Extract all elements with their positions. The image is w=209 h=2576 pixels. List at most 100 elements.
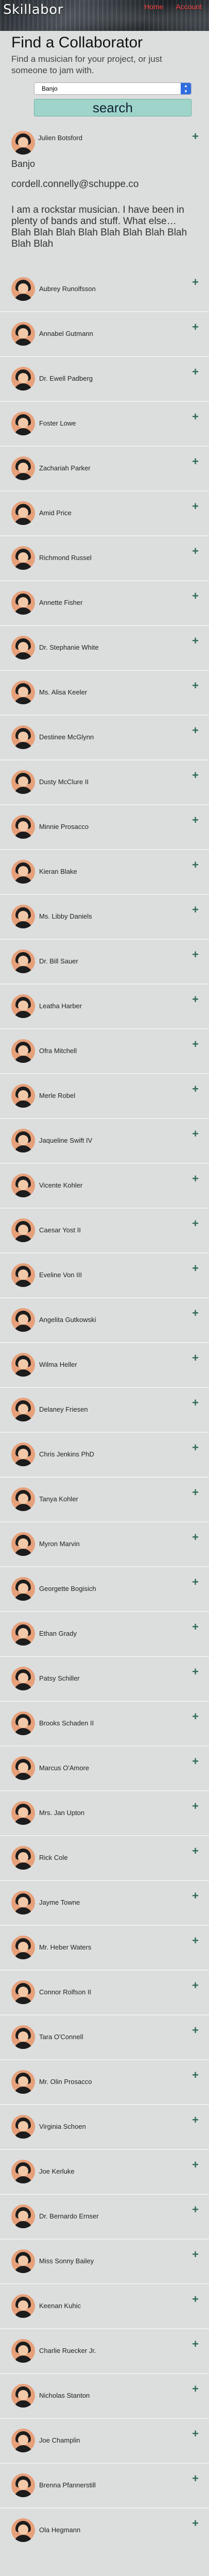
plus-icon[interactable]: + [192,904,199,916]
list-item[interactable]: Destinee McGlynn + [0,715,209,759]
plus-icon[interactable]: + [192,725,199,736]
plus-icon[interactable]: + [192,2428,199,2439]
plus-icon[interactable]: + [192,277,199,288]
plus-icon[interactable]: + [192,1621,199,1633]
list-item[interactable]: Patsy Schiller + [0,1656,209,1701]
plus-icon[interactable]: + [192,501,199,512]
list-item[interactable]: Dr. Ewell Padberg + [0,356,209,401]
list-item[interactable]: Annabel Gutmann + [0,311,209,356]
plus-icon[interactable]: + [192,2070,199,2081]
list-item[interactable]: Nicholas Stanton + [0,2373,209,2418]
plus-icon[interactable]: + [192,1128,199,1140]
plus-icon[interactable]: + [192,2249,199,2260]
list-item[interactable]: Merle Robel + [0,1073,209,1118]
list-item[interactable]: Keenan Kuhic + [0,2283,209,2328]
plus-icon[interactable]: + [192,1397,199,1409]
list-item[interactable]: Aubrey Runolfsson + [0,266,209,311]
plus-icon[interactable]: + [192,1487,199,1498]
plus-icon[interactable]: + [192,1711,199,1722]
list-item[interactable]: Delaney Friesen + [0,1387,209,1432]
list-item[interactable]: Jaqueline Swift IV + [0,1118,209,1163]
list-item[interactable]: Ola Hegmann + [0,2507,209,2552]
list-item[interactable]: Amid Price + [0,490,209,535]
plus-icon[interactable]: + [192,2025,199,2036]
list-item[interactable]: Eveline Von III + [0,1252,209,1297]
plus-icon[interactable]: + [192,411,199,422]
plus-icon[interactable]: + [192,635,199,647]
plus-icon[interactable]: + [192,770,199,781]
plus-icon[interactable]: + [192,1890,199,1902]
nav-link-account[interactable]: Account [176,3,202,11]
plus-icon[interactable]: + [192,456,199,467]
plus-icon[interactable]: + [192,1666,199,1677]
plus-icon[interactable]: + [192,680,199,691]
list-item[interactable]: Dr. Stephanie White + [0,625,209,670]
list-item[interactable]: Charlie Ruecker Jr. + [0,2328,209,2373]
plus-icon[interactable]: + [192,321,199,333]
list-item[interactable]: Dusty McClure II + [0,759,209,804]
plus-icon[interactable]: + [192,994,199,1005]
list-item[interactable]: Joe Champlin + [0,2418,209,2463]
plus-icon[interactable]: + [192,366,199,378]
plus-icon[interactable]: + [192,859,199,871]
plus-icon[interactable]: + [192,546,199,557]
list-item[interactable]: Mr. Heber Waters + [0,1925,209,1970]
plus-icon[interactable]: + [192,2294,199,2305]
nav-link-home[interactable]: Home [144,3,163,11]
list-item[interactable]: Foster Lowe + [0,401,209,446]
list-item[interactable]: Joe Kerluke + [0,2149,209,2194]
plus-icon[interactable]: + [192,590,199,602]
plus-icon[interactable]: + [192,1263,199,1274]
plus-icon[interactable]: + [192,1039,199,1050]
list-item[interactable]: Wilma Heller + [0,1342,209,1387]
plus-icon[interactable]: + [192,1935,199,1946]
plus-icon[interactable]: + [192,1308,199,1319]
plus-icon[interactable]: + [192,1756,199,1767]
plus-icon[interactable]: + [192,2114,199,2126]
list-item[interactable]: Tara O'Connell + [0,2014,209,2059]
plus-icon[interactable]: + [192,815,199,826]
list-item[interactable]: Ethan Grady + [0,1611,209,1656]
list-item[interactable]: Annette Fisher + [0,580,209,625]
list-item[interactable]: Jayme Towne + [0,1880,209,1925]
list-item[interactable]: Leatha Harber + [0,984,209,1028]
list-item[interactable]: Rick Cole + [0,1835,209,1880]
list-item[interactable]: Dr. Bernardo Ernser + [0,2194,209,2239]
plus-icon[interactable]: + [192,1173,199,1184]
list-item[interactable]: Mrs. Jan Upton + [0,1790,209,1835]
plus-icon[interactable]: + [192,1801,199,1812]
list-item[interactable]: Mr. Olin Prosacco + [0,2059,209,2104]
plus-icon[interactable]: + [192,949,199,960]
list-item[interactable]: Tanya Kohler + [0,1477,209,1521]
brand-logo[interactable]: Skillabor [3,2,63,18]
list-item[interactable]: Ms. Alisa Keeler + [0,670,209,715]
list-item[interactable]: Marcus O'Amore + [0,1745,209,1790]
plus-icon[interactable]: + [192,1352,199,1364]
plus-icon[interactable]: + [192,1980,199,1991]
plus-icon[interactable]: + [192,2159,199,2171]
search-button[interactable]: search [34,99,191,116]
plus-icon[interactable]: + [192,1577,199,1588]
plus-icon[interactable]: + [192,1218,199,1229]
plus-icon[interactable]: + [192,2383,199,2395]
list-item[interactable]: Virginia Schoen + [0,2104,209,2149]
plus-icon[interactable]: + [192,2518,199,2529]
plus-icon[interactable]: + [192,1083,199,1095]
list-item[interactable]: Brooks Schaden II + [0,1701,209,1745]
list-item[interactable]: Georgette Bogisich + [0,1566,209,1611]
list-item[interactable]: Connor Rolfson II + [0,1970,209,2014]
list-item[interactable]: Zachariah Parker + [0,446,209,490]
list-item[interactable]: Kieran Blake + [0,849,209,894]
list-item[interactable]: Angelita Gutkowski + [0,1297,209,1342]
list-item[interactable]: Ms. Libby Daniels + [0,894,209,939]
list-item[interactable]: Vicente Kohler + [0,1163,209,1208]
plus-icon[interactable]: + [192,2473,199,2484]
plus-icon[interactable]: + [192,2204,199,2215]
plus-icon[interactable]: + [192,2338,199,2350]
plus-icon[interactable]: + [192,131,199,142]
plus-icon[interactable]: + [192,1845,199,1857]
list-item[interactable]: Miss Sonny Bailey + [0,2239,209,2283]
list-item[interactable]: Brenna Pfannerstill + [0,2463,209,2507]
list-item[interactable]: Myron Marvin + [0,1521,209,1566]
list-item[interactable]: Ofra Mitchell + [0,1028,209,1073]
